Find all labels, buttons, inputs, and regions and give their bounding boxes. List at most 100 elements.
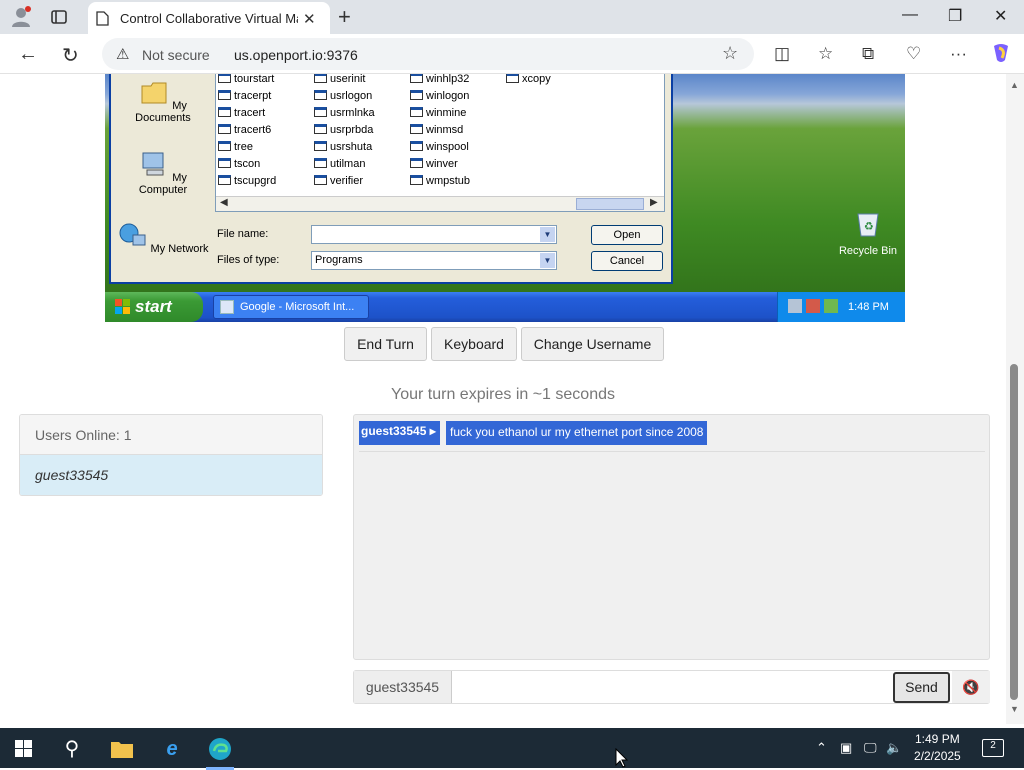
open-button[interactable]: Open	[591, 225, 663, 245]
chat-input[interactable]	[452, 671, 892, 703]
file-item[interactable]: userinit	[314, 74, 365, 86]
file-item[interactable]: tracert	[218, 106, 265, 120]
file-item[interactable]: winlogon	[410, 89, 469, 103]
notification-count: 2	[990, 740, 996, 751]
username-addon: guest33545	[354, 671, 452, 703]
file-item[interactable]: tracert6	[218, 123, 271, 137]
page-content: My Documents My Computer My Network tour…	[0, 74, 1006, 724]
tray-icon[interactable]	[824, 299, 838, 313]
file-item[interactable]: utilman	[314, 157, 365, 171]
tray-icon[interactable]	[788, 299, 802, 313]
file-item[interactable]: tscupgrd	[218, 174, 276, 188]
file-item[interactable]: winmine	[410, 106, 466, 120]
tab-actions-icon[interactable]	[50, 8, 68, 26]
show-hidden-icons-icon[interactable]: ⌃	[816, 740, 827, 756]
page-scrollbar[interactable]: ▲ ▼	[1006, 74, 1024, 724]
file-item[interactable]: usrprbda	[314, 123, 373, 137]
chat-username[interactable]: guest33545 ▸	[359, 421, 440, 445]
split-screen-icon[interactable]: ◫	[774, 44, 790, 64]
search-icon[interactable]: ⚲	[52, 734, 92, 764]
file-item[interactable]: xcopy	[506, 74, 551, 86]
windows-taskbar: ⚲ e ⌃ ▣ 🖵 🔈 1:49 PM 2/2/2025 2	[0, 728, 1024, 770]
internet-explorer-icon[interactable]: e	[152, 734, 192, 764]
scroll-down-icon[interactable]: ▼	[1010, 704, 1019, 714]
file-item[interactable]: usrshuta	[314, 140, 372, 154]
more-menu-icon[interactable]: ···	[950, 44, 967, 64]
file-item[interactable]: usrlogon	[314, 89, 372, 103]
scroll-thumb[interactable]	[576, 198, 644, 210]
tray-icon[interactable]	[806, 299, 820, 313]
close-tab-icon[interactable]: ✕	[303, 10, 316, 28]
turn-status: Your turn expires in ~1 seconds	[391, 386, 615, 403]
place-my-computer[interactable]: My Computer	[117, 150, 209, 196]
file-item[interactable]: winver	[410, 157, 458, 171]
close-window-icon[interactable]: ✕	[994, 6, 1007, 26]
back-icon[interactable]: ←	[18, 43, 38, 66]
new-tab-icon[interactable]: +	[338, 4, 351, 30]
file-item[interactable]: tscon	[218, 157, 260, 171]
windows-start-icon[interactable]	[4, 734, 44, 764]
chevron-down-icon[interactable]: ▼	[540, 253, 555, 268]
scroll-up-icon[interactable]: ▲	[1010, 80, 1019, 90]
file-list-scrollbar[interactable]: ◀ ▶	[216, 196, 664, 211]
start-button[interactable]: start	[105, 292, 203, 322]
file-item[interactable]: wmpstub	[410, 174, 470, 188]
files-of-type-select[interactable]: Programs ▼	[311, 251, 557, 270]
send-button[interactable]: Send	[893, 672, 950, 703]
my-computer-icon	[142, 152, 164, 176]
copilot-icon[interactable]	[990, 42, 1012, 64]
recycle-bin-icon: ♻	[857, 213, 879, 237]
file-name-field[interactable]: ▼	[311, 225, 557, 244]
favorites-icon[interactable]: ☆	[818, 44, 833, 64]
file-item[interactable]: tree	[218, 140, 253, 154]
recycle-bin[interactable]: ♻ Recycle Bin	[833, 208, 903, 257]
scroll-left-icon[interactable]: ◀	[220, 197, 228, 208]
file-item[interactable]: verifier	[314, 174, 363, 188]
chat-input-row: guest33545 Send 🔇	[353, 670, 990, 704]
chevron-down-icon[interactable]: ▼	[540, 227, 555, 242]
file-item[interactable]: winspool	[410, 140, 469, 154]
xp-clock: 1:48 PM	[848, 301, 889, 313]
chat-text[interactable]: fuck you ethanol ur my ethernet port sin…	[446, 421, 708, 445]
vm-screen[interactable]: My Documents My Computer My Network tour…	[105, 74, 905, 322]
meet-now-icon[interactable]: ▣	[840, 740, 852, 756]
cancel-button[interactable]: Cancel	[591, 251, 663, 271]
end-turn-button[interactable]: End Turn	[344, 327, 427, 361]
url-text[interactable]: us.openport.io:9376	[234, 47, 358, 63]
file-item[interactable]: winmsd	[410, 123, 463, 137]
profile-icon[interactable]	[10, 6, 32, 28]
place-my-documents[interactable]: My Documents	[117, 78, 209, 124]
taskbar-task-ie[interactable]: Google - Microsoft Int...	[213, 295, 369, 319]
scroll-right-icon[interactable]: ▶	[650, 197, 658, 208]
place-my-network[interactable]: My Network	[117, 221, 209, 255]
mute-icon[interactable]: 🔇	[952, 671, 990, 703]
edge-icon[interactable]	[200, 734, 240, 770]
chat-log[interactable]: guest33545 ▸ fuck you ethanol ur my ethe…	[353, 414, 990, 660]
page-scroll-thumb[interactable]	[1010, 364, 1018, 700]
collections-icon[interactable]: ⧉	[862, 44, 874, 64]
taskbar-clock[interactable]: 1:49 PM 2/2/2025	[914, 731, 961, 765]
file-item[interactable]: tourstart	[218, 74, 274, 86]
notification-center-icon[interactable]: 2	[982, 739, 1004, 757]
security-label[interactable]: Not secure	[142, 47, 210, 63]
file-explorer-icon[interactable]	[102, 734, 142, 764]
network-icon[interactable]: 🖵	[864, 740, 877, 756]
file-list[interactable]: tourstart userinit winhlp32 xcopy tracer…	[215, 74, 665, 212]
favorite-star-icon[interactable]: ☆	[722, 43, 738, 64]
change-username-button[interactable]: Change Username	[521, 327, 664, 361]
file-item[interactable]: winhlp32	[410, 74, 469, 86]
omnibox[interactable]: ⚠ Not secure us.openport.io:9376 ☆	[102, 38, 754, 70]
refresh-icon[interactable]: ↻	[62, 43, 79, 68]
file-item[interactable]: usrmlnka	[314, 106, 375, 120]
browser-tab[interactable]: Control Collaborative Virtual Mac ✕	[88, 2, 330, 34]
keyboard-button[interactable]: Keyboard	[431, 327, 517, 361]
user-list-item[interactable]: guest33545	[20, 455, 322, 495]
restore-icon[interactable]: ❐	[948, 6, 962, 26]
file-item[interactable]: tracerpt	[218, 89, 271, 103]
warning-icon[interactable]: ⚠	[116, 45, 129, 63]
minimize-icon[interactable]: —	[902, 6, 918, 24]
browser-essentials-icon[interactable]: ♡	[906, 44, 921, 64]
volume-muted-icon[interactable]: 🔈	[886, 740, 902, 756]
browser-tab-bar: Control Collaborative Virtual Mac ✕ + — …	[0, 0, 1024, 34]
start-label: start	[135, 297, 172, 316]
